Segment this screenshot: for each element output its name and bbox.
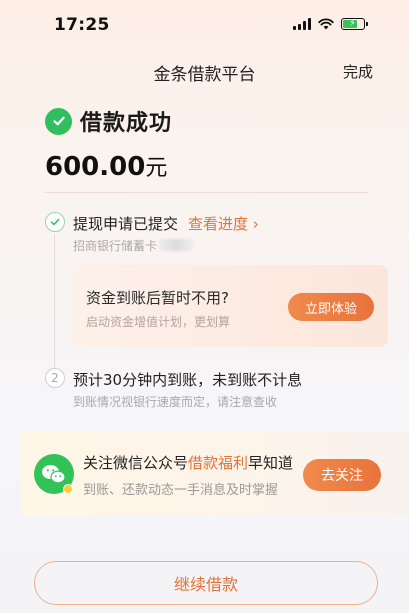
battery-icon: ⚡ <box>341 18 368 30</box>
status-bar: 17:25 ⚡ <box>0 0 409 44</box>
wifi-icon <box>318 18 334 30</box>
signal-icon <box>293 18 311 30</box>
notification-dot <box>63 484 73 494</box>
step-check-icon <box>45 212 65 232</box>
promo-subtitle: 启动资金增值计划，更划算 <box>86 315 231 329</box>
continue-borrowing-button[interactable]: 继续借款 <box>34 561 378 605</box>
step-subtitle: 到账情况视银行速度而定，请注意查收 <box>73 395 278 409</box>
amount-value: 600.00 <box>45 152 146 182</box>
promo-title: 资金到账后暂时不用? <box>86 289 229 307</box>
success-title: 借款成功 <box>80 111 173 136</box>
status-icons: ⚡ <box>293 17 368 31</box>
try-now-button[interactable]: 立即体验 <box>288 293 374 321</box>
wechat-follow-card: 关注微信公众号借款福利早知道 到账、还款动态一手消息及时掌握 去关注 <box>22 432 409 516</box>
step-title: 提现申请已提交 查看进度 › <box>73 215 259 233</box>
step-number: 2 <box>45 368 65 388</box>
amount-unit: 元 <box>145 156 168 181</box>
done-button[interactable]: 完成 <box>343 61 373 82</box>
wechat-subtitle: 到账、还款动态一手消息及时掌握 <box>83 483 279 498</box>
view-progress-link[interactable]: 查看进度 › <box>188 215 259 233</box>
highlight-text: 借款福利 <box>188 454 249 472</box>
divider <box>45 192 369 193</box>
timeline-line <box>54 234 55 374</box>
success-check-icon <box>45 107 72 135</box>
loan-amount: 600.00元 <box>45 150 167 182</box>
status-time: 17:25 <box>54 15 110 35</box>
promo-card: 资金到账后暂时不用? 启动资金增值计划，更划算 立即体验 <box>72 265 388 347</box>
step-subtitle: 招商银行储蓄卡 <box>73 237 194 254</box>
follow-button[interactable]: 去关注 <box>303 459 381 491</box>
step-title: 预计30分钟内到账，未到账不计息 <box>73 371 303 389</box>
result-header: 借款成功 <box>45 105 172 137</box>
wechat-title: 关注微信公众号借款福利早知道 <box>83 454 294 472</box>
masked-card-number <box>159 239 194 251</box>
nav-bar: 金条借款平台 完成 <box>0 50 409 90</box>
